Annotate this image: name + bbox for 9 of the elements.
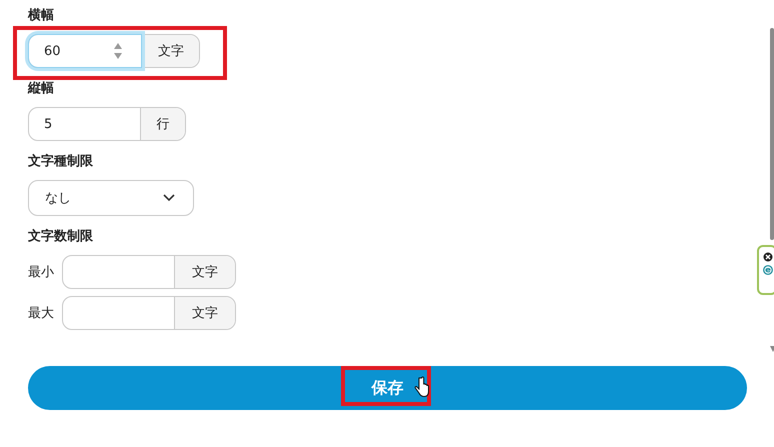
dropdown[interactable]: なし bbox=[28, 180, 194, 216]
field-label: 最大 bbox=[28, 305, 55, 322]
field-label: 文字種制限 bbox=[28, 153, 94, 171]
field-label: 文字数制限 bbox=[28, 228, 94, 246]
field-label: 横幅 bbox=[28, 7, 55, 25]
number-field[interactable]: 60 bbox=[28, 34, 142, 68]
field-label: 縦幅 bbox=[28, 80, 55, 98]
unit-label: 文字 bbox=[142, 35, 199, 67]
field-label: 最小 bbox=[28, 264, 55, 281]
